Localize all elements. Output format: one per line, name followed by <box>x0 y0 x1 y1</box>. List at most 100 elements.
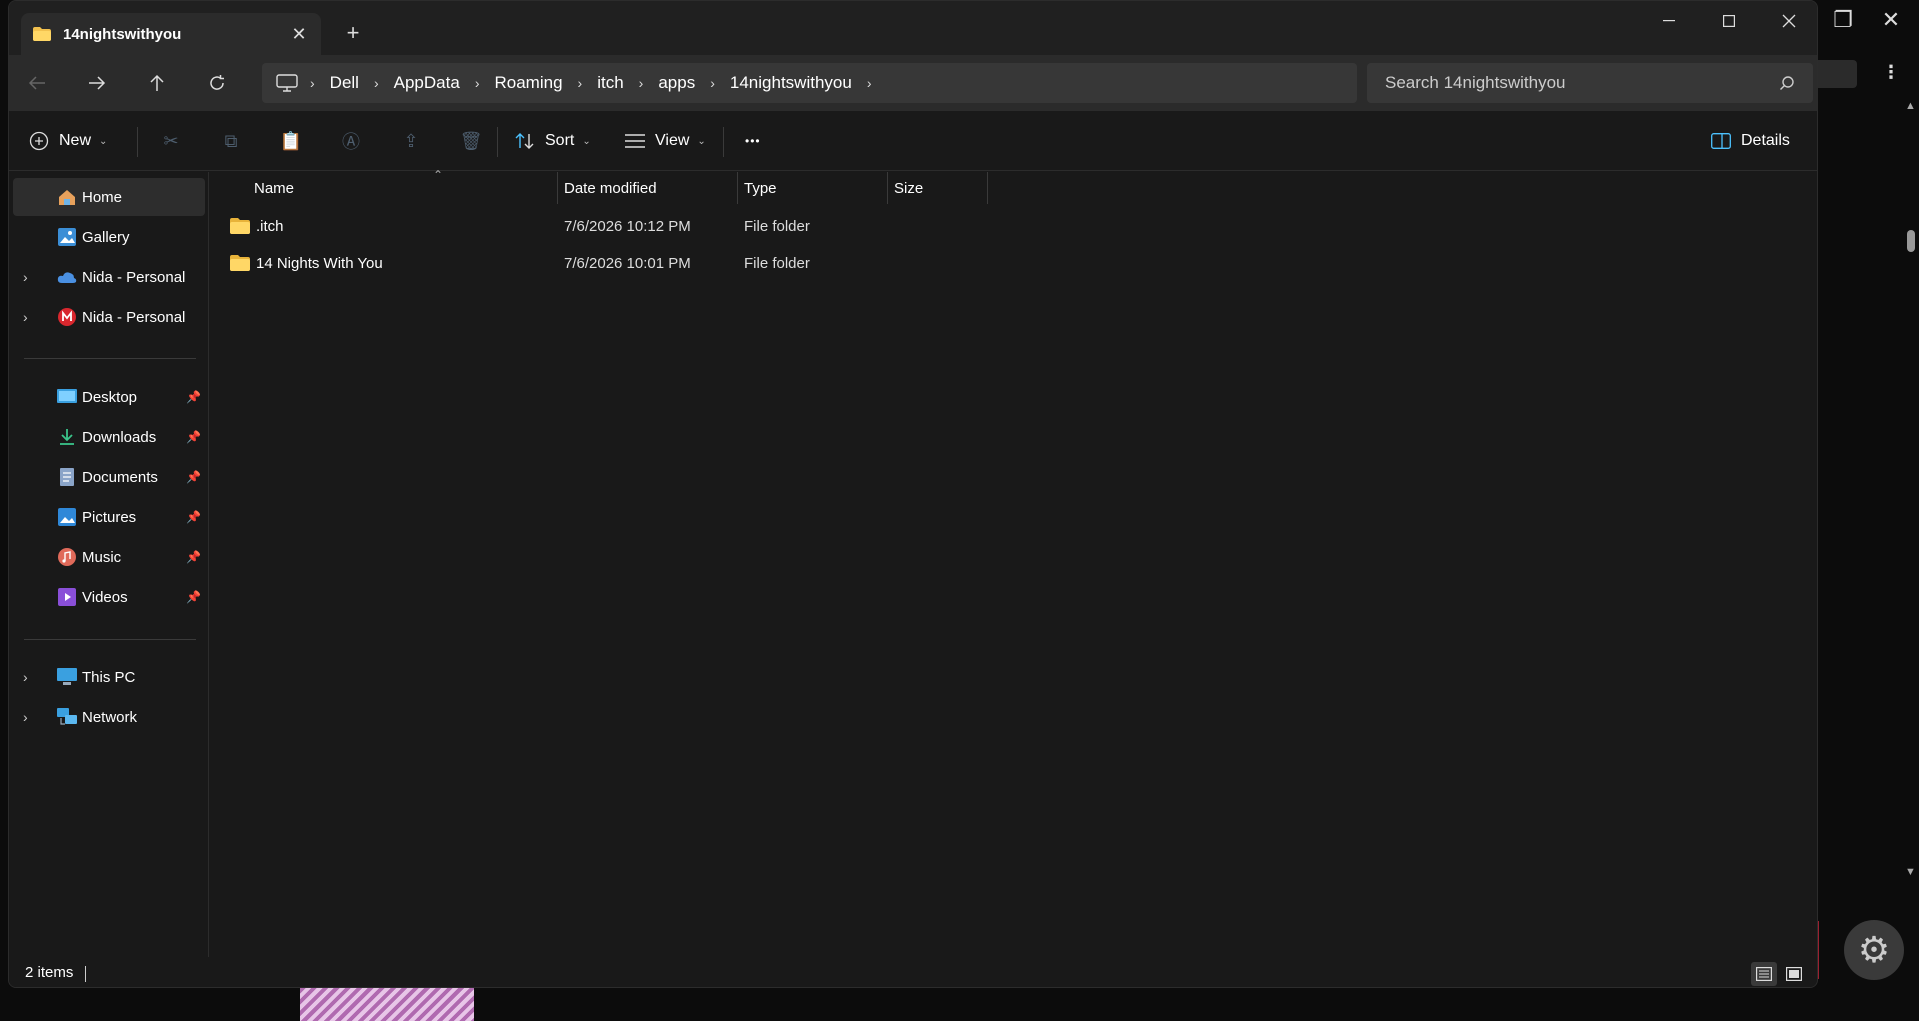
chevron-right-icon[interactable]: › <box>706 75 719 91</box>
background-scrollbar[interactable]: ▲ ▼ <box>1902 100 1919 882</box>
column-header-label: Name <box>254 179 295 197</box>
title-bar: 14nightswithyou ✕ + <box>9 1 1817 55</box>
chevron-right-icon[interactable]: › <box>23 709 28 725</box>
pictures-icon <box>57 507 77 527</box>
refresh-button[interactable] <box>199 65 235 101</box>
sidebar-item-pictures[interactable]: Pictures 📌 <box>13 498 205 536</box>
sidebar-divider <box>24 358 196 359</box>
back-button[interactable] <box>19 65 55 101</box>
view-list-icon <box>625 134 645 148</box>
new-tab-button[interactable]: + <box>339 19 367 47</box>
tiles-view-button[interactable] <box>1781 962 1807 986</box>
desktop-icon <box>57 387 77 407</box>
pin-icon[interactable]: 📌 <box>186 510 201 524</box>
chevron-right-icon[interactable]: › <box>23 269 28 285</box>
pin-icon[interactable]: 📌 <box>186 550 201 564</box>
paste-icon[interactable]: 📋 <box>275 125 307 157</box>
type-cell: File folder <box>744 217 810 235</box>
navigation-bar: › Dell › AppData › Roaming › itch › apps… <box>9 55 1817 111</box>
minimize-icon <box>1663 20 1675 22</box>
sidebar-item-this-pc[interactable]: › This PC <box>13 658 205 696</box>
column-header-name[interactable]: Name ⌃ <box>248 168 558 204</box>
music-icon <box>57 547 77 567</box>
delete-icon[interactable]: 🗑 <box>455 125 487 157</box>
sidebar-item-music[interactable]: Music 📌 <box>13 538 205 576</box>
column-header-size[interactable]: Size <box>888 172 988 204</box>
close-window-button[interactable] <box>1759 1 1817 41</box>
chevron-right-icon[interactable]: › <box>370 75 383 91</box>
column-header-label: Size <box>894 179 924 197</box>
chevron-right-icon[interactable]: › <box>863 75 876 91</box>
sidebar-item-label: Nida - Personal <box>82 268 186 286</box>
refresh-icon <box>210 75 224 90</box>
sidebar-divider <box>24 639 196 640</box>
column-header-date-modified[interactable]: Date modified <box>558 172 738 204</box>
scrollbar-thumb[interactable] <box>1907 230 1915 252</box>
tab-title: 14nightswithyou <box>63 25 182 43</box>
chevron-right-icon[interactable]: › <box>471 75 484 91</box>
sidebar-item-documents[interactable]: Documents 📌 <box>13 458 205 496</box>
sidebar-item-mega[interactable]: › Nida - Personal <box>13 298 205 336</box>
more-options-button[interactable]: ••• <box>745 125 761 157</box>
breadcrumb-item[interactable]: AppData <box>383 73 471 93</box>
address-bar[interactable]: › Dell › AppData › Roaming › itch › apps… <box>262 63 1357 103</box>
breadcrumb-item[interactable]: 14nightswithyou <box>719 73 863 93</box>
copy-icon[interactable]: ⧉ <box>215 125 247 157</box>
sidebar-item-downloads[interactable]: Downloads 📌 <box>13 418 205 456</box>
sidebar-item-desktop[interactable]: Desktop 📌 <box>13 378 205 416</box>
tab-current[interactable]: 14nightswithyou ✕ <box>21 13 321 55</box>
sidebar-item-label: Network <box>82 708 138 726</box>
sidebar-item-home[interactable]: Home <box>13 178 205 216</box>
sort-ascending-icon: ⌃ <box>433 168 444 182</box>
sidebar-item-network[interactable]: › Network <box>13 698 205 736</box>
type-cell: File folder <box>744 254 810 272</box>
scroll-up-icon[interactable]: ▲ <box>1902 100 1919 116</box>
chevron-right-icon[interactable]: › <box>635 75 648 91</box>
sidebar-item-label: Downloads <box>82 428 157 446</box>
rename-icon[interactable]: Ⓐ <box>335 125 367 157</box>
pin-icon[interactable]: 📌 <box>186 390 201 404</box>
details-pane-button[interactable]: Details <box>1711 125 1790 157</box>
chevron-right-icon[interactable]: › <box>23 669 28 685</box>
search-input[interactable]: Search 14nightswithyou <box>1367 63 1813 103</box>
up-button[interactable] <box>139 65 175 101</box>
forward-button[interactable] <box>79 65 115 101</box>
arrow-up-icon <box>150 74 164 91</box>
scroll-down-icon[interactable]: ▼ <box>1902 866 1919 882</box>
pin-icon[interactable]: 📌 <box>186 470 201 484</box>
breadcrumb-item[interactable]: Roaming <box>483 73 573 93</box>
column-header-type[interactable]: Type <box>738 172 888 204</box>
this-pc-icon <box>276 74 298 92</box>
breadcrumb-item[interactable]: apps <box>647 73 706 93</box>
breadcrumb-item[interactable]: itch <box>586 73 634 93</box>
item-count: 2 items <box>25 964 74 981</box>
restore-icon[interactable]: ❐ <box>1831 7 1855 32</box>
table-row[interactable]: 14 Nights With You 7/6/2026 10:01 PM Fil… <box>230 245 1010 281</box>
close-icon[interactable]: ✕ <box>1879 7 1903 32</box>
file-name-cell: .itch <box>230 208 284 244</box>
chevron-right-icon[interactable]: › <box>306 75 319 91</box>
settings-gear-icon[interactable]: ⚙ <box>1844 920 1904 980</box>
chevron-right-icon[interactable]: › <box>23 309 28 325</box>
breadcrumb-item[interactable]: Dell <box>319 73 370 93</box>
kebab-menu-icon[interactable]: ⋮ <box>1882 62 1900 86</box>
new-button[interactable]: New ⌄ <box>29 125 107 157</box>
close-tab-icon[interactable]: ✕ <box>289 24 309 45</box>
sidebar-item-label: Desktop <box>82 388 138 406</box>
minimize-button[interactable] <box>1639 1 1699 41</box>
share-icon[interactable]: ⇪ <box>395 125 427 157</box>
chevron-right-icon[interactable]: › <box>574 75 587 91</box>
date-modified-cell: 7/6/2026 10:12 PM <box>564 217 691 235</box>
sidebar-item-gallery[interactable]: Gallery <box>13 218 205 256</box>
maximize-button[interactable] <box>1699 1 1759 41</box>
background-window-controls: ❐ ✕ <box>1817 0 1919 40</box>
pin-icon[interactable]: 📌 <box>186 430 201 444</box>
cut-icon[interactable]: ✂ <box>155 125 187 157</box>
pin-icon[interactable]: 📌 <box>186 590 201 604</box>
view-button[interactable]: View ⌄ <box>625 125 706 157</box>
sort-button[interactable]: Sort ⌄ <box>515 125 591 157</box>
details-view-button[interactable] <box>1751 962 1777 986</box>
sidebar-item-onedrive[interactable]: › Nida - Personal <box>13 258 205 296</box>
table-row[interactable]: .itch 7/6/2026 10:12 PM File folder <box>230 208 1010 244</box>
sidebar-item-videos[interactable]: Videos 📌 <box>13 578 205 616</box>
